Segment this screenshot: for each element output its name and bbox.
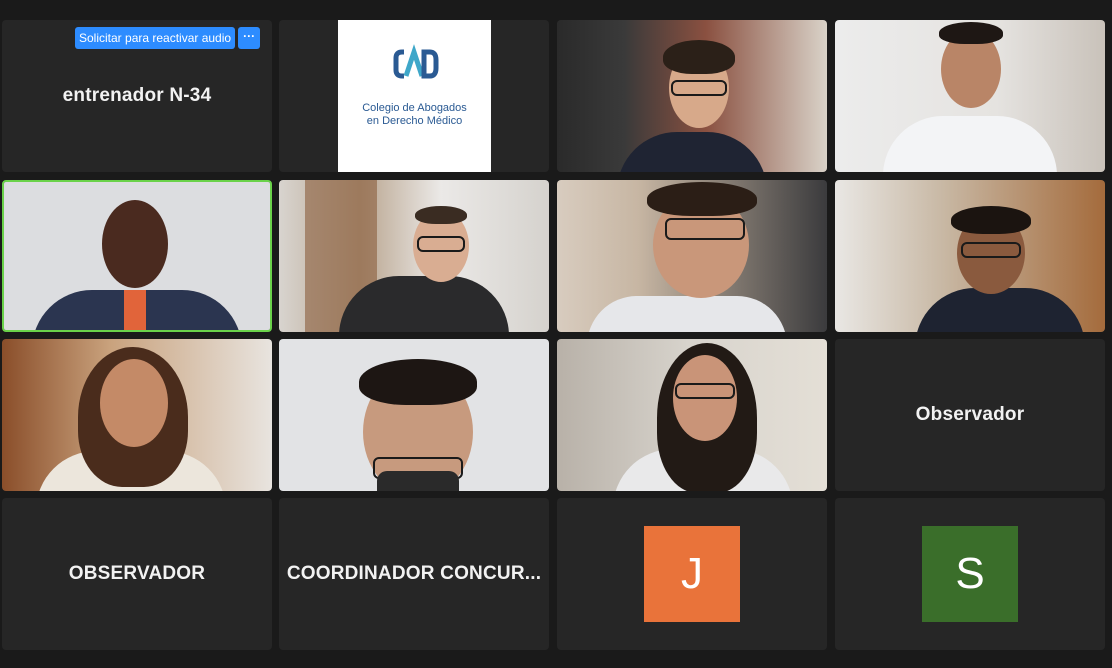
- participant-name: Observador: [915, 404, 1025, 425]
- participant-tile-observador-2[interactable]: OBSERVADOR: [2, 498, 272, 650]
- participant-tile-video-7[interactable]: [557, 180, 827, 332]
- logo-line-2: en Derecho Médico: [366, 115, 463, 127]
- participant-avatar: J: [644, 526, 740, 622]
- participant-video: [279, 339, 549, 491]
- participant-video: [835, 180, 1105, 332]
- participant-tile-video-8[interactable]: [835, 180, 1105, 332]
- participant-tile-active-speaker[interactable]: [2, 180, 272, 332]
- participant-tile-video-9[interactable]: [2, 339, 272, 491]
- participant-video: [557, 20, 827, 172]
- participant-tile-video-10[interactable]: [279, 339, 549, 491]
- participant-tile-video-6[interactable]: [279, 180, 549, 332]
- logo-text: Colegio de Abogados en Derecho Médico: [338, 102, 491, 128]
- participant-tile-video-11[interactable]: [557, 339, 827, 491]
- participant-video: [4, 182, 270, 330]
- participant-video: [835, 20, 1105, 172]
- participant-tile-entrenador[interactable]: Solicitar para reactivar audio ··· entre…: [2, 20, 272, 172]
- participant-video: [557, 339, 827, 491]
- participant-tile-video-3[interactable]: [557, 20, 827, 172]
- participant-tile-j[interactable]: J: [557, 498, 827, 650]
- participant-tile-coordinador[interactable]: COORDINADOR CONCUR...: [279, 498, 549, 650]
- participant-avatar: S: [922, 526, 1018, 622]
- logo-mark-icon: [393, 44, 439, 79]
- participant-name: COORDINADOR CONCUR...: [286, 563, 542, 584]
- participant-video: [557, 180, 827, 332]
- video-grid: Solicitar para reactivar audio ··· entre…: [0, 20, 1112, 656]
- participant-name: OBSERVADOR: [68, 563, 206, 584]
- participant-video: [2, 339, 272, 491]
- participant-tile-observador[interactable]: Observador: [835, 339, 1105, 491]
- participant-tile-logo[interactable]: Colegio de Abogados en Derecho Médico: [279, 20, 549, 172]
- participant-tile-video-4[interactable]: [835, 20, 1105, 172]
- logo-line-1: Colegio de Abogados: [362, 102, 467, 114]
- organization-logo: Colegio de Abogados en Derecho Médico: [338, 20, 491, 172]
- participant-video: [279, 180, 549, 332]
- participant-tile-s[interactable]: S: [835, 498, 1105, 650]
- participant-name: entrenador N-34: [62, 85, 212, 106]
